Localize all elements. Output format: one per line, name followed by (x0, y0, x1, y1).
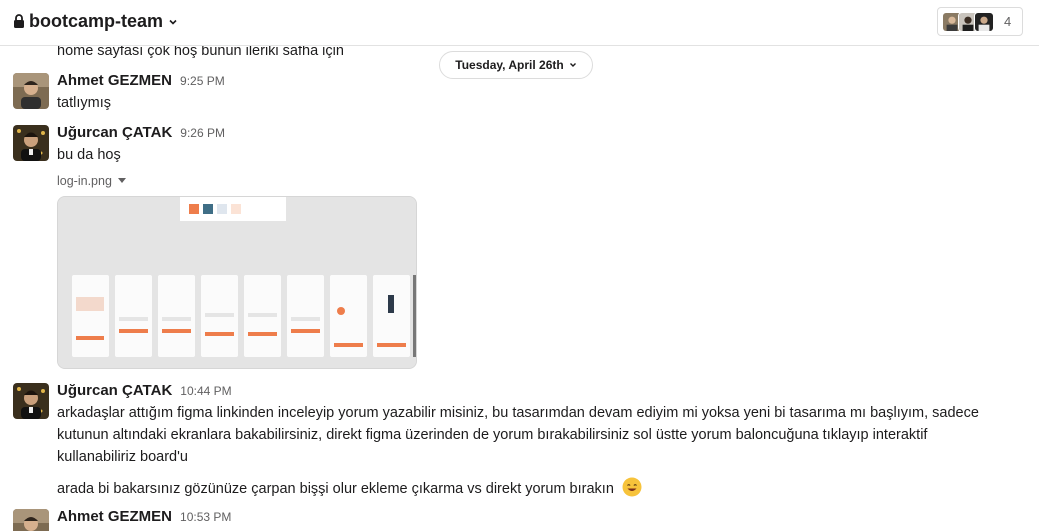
timestamp[interactable]: 10:44 PM (180, 384, 231, 398)
message: Uğurcan ÇATAK 10:44 PM arkadaşlar attığı… (0, 382, 1039, 502)
avatar[interactable] (13, 73, 49, 109)
timestamp[interactable]: 9:25 PM (180, 74, 225, 88)
message: Ahmet GEZMEN 10:53 PM (0, 508, 1039, 531)
message-meta: Ahmet GEZMEN 9:25 PM (57, 72, 225, 89)
author-name[interactable]: Ahmet GEZMEN (57, 72, 172, 89)
image-attachment-preview[interactable] (57, 196, 417, 369)
avatar[interactable] (13, 383, 49, 419)
caret-down-icon (117, 178, 126, 183)
channel-name: bootcamp-team (29, 11, 164, 31)
avatar[interactable] (13, 509, 49, 531)
message-line: arada bi bakarsınız gözünüze çarpan bişş… (57, 481, 614, 497)
figma-design-thumbnail (58, 197, 416, 368)
lock-icon (14, 14, 24, 28)
message-list: home sayfası çok hoş bunun ileriki safha… (0, 46, 1039, 531)
members-button[interactable]: 4 (937, 7, 1023, 36)
message-line: kullanabiliriz board'u (57, 449, 188, 465)
author-name[interactable]: Ahmet GEZMEN (57, 508, 172, 525)
message-text: bu da hoş (57, 147, 121, 163)
author-name[interactable]: Uğurcan ÇATAK (57, 382, 172, 399)
message-meta: Ahmet GEZMEN 10:53 PM (57, 508, 231, 525)
message-meta: Uğurcan ÇATAK 9:26 PM (57, 124, 225, 141)
timestamp[interactable]: 9:26 PM (180, 126, 225, 140)
avatar[interactable] (13, 125, 49, 161)
message-text: arada bi bakarsınız gözünüze çarpan bişş… (57, 477, 642, 500)
channel-name-button[interactable]: bootcamp-team (13, 11, 178, 32)
message-line: kutunun altındaki ekranlara bakabilirsin… (57, 427, 928, 443)
file-name-toggle[interactable]: log-in.png (57, 174, 126, 188)
design-screens (72, 275, 416, 357)
member-count: 4 (1004, 14, 1012, 29)
smile-emoji-icon (622, 477, 642, 497)
message-text: tatlıymış (57, 95, 111, 111)
date-divider-label: Tuesday, April 26th (455, 58, 564, 72)
author-name[interactable]: Uğurcan ÇATAK (57, 124, 172, 141)
message-text: arkadaşlar attığım figma linkinden incel… (57, 402, 1017, 468)
file-name: log-in.png (57, 174, 112, 188)
chevron-down-icon (169, 19, 177, 25)
member-avatar (974, 11, 994, 32)
message-continuation: home sayfası çok hoş bunun ileriki safha… (57, 46, 344, 59)
channel-header: bootcamp-team 4 (0, 0, 1039, 46)
message-meta: Uğurcan ÇATAK 10:44 PM (57, 382, 232, 399)
message: Ahmet GEZMEN 9:25 PM tatlıymış (0, 72, 1039, 120)
timestamp[interactable]: 10:53 PM (180, 510, 231, 524)
message-line: arkadaşlar attığım figma linkinden incel… (57, 405, 979, 421)
chevron-down-icon (569, 63, 576, 67)
message: Uğurcan ÇATAK 9:26 PM bu da hoş log-in.p… (0, 124, 1039, 372)
